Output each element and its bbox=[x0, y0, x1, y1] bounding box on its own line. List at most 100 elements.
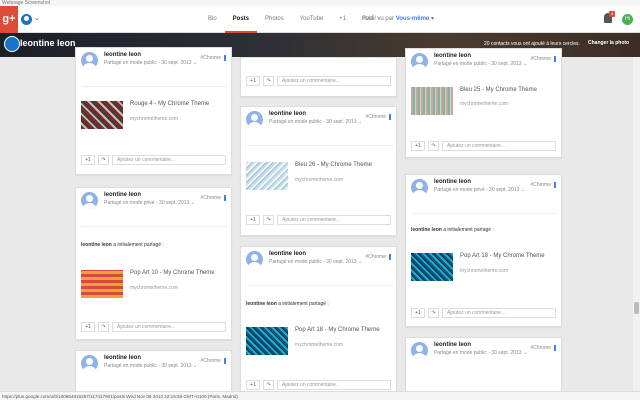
tab-posts[interactable]: Posts bbox=[224, 6, 258, 33]
link-title[interactable]: Bleu 26 - My Chrome Theme bbox=[295, 162, 372, 168]
post-date[interactable]: 30 sept. 2013 bbox=[491, 350, 521, 356]
author-avatar[interactable] bbox=[81, 192, 98, 209]
link-url[interactable]: mychrometheme.com bbox=[130, 116, 178, 122]
link-thumbnail[interactable] bbox=[81, 101, 123, 129]
page-scrollbar[interactable] bbox=[633, 57, 640, 391]
share-icon[interactable]: ↷ bbox=[428, 308, 439, 318]
plus-one-button[interactable]: +1 bbox=[411, 141, 425, 151]
author-name[interactable]: leontine leon bbox=[434, 53, 471, 59]
author-name[interactable]: leontine leon bbox=[434, 179, 471, 185]
link-thumbnail[interactable] bbox=[246, 162, 288, 190]
link-title[interactable]: Pop Art 18 - My Chrome Theme bbox=[460, 253, 545, 259]
post-actions: +1 ↷ Ajoutez un commentaire... bbox=[246, 380, 391, 390]
hashtag-label[interactable]: #Chrome bbox=[365, 254, 391, 260]
reshare-author[interactable]: leontine leon bbox=[411, 227, 442, 233]
author-name[interactable]: leontine leon bbox=[434, 342, 471, 348]
hashtag-label[interactable]: #Chrome bbox=[530, 56, 556, 62]
author-avatar[interactable] bbox=[411, 342, 428, 359]
chevron-down-icon[interactable]: ⌄ bbox=[523, 350, 527, 356]
link-title[interactable]: Pop Art 18 - My Chrome Theme bbox=[295, 327, 380, 333]
link-url[interactable]: mychrometheme.com bbox=[295, 177, 343, 183]
link-url[interactable]: mychrometheme.com bbox=[460, 101, 508, 107]
link-title[interactable]: Rouge 4 - My Chrome Theme bbox=[130, 101, 209, 107]
chevron-down-icon[interactable]: ⌄ bbox=[358, 119, 362, 125]
hashtag-label[interactable]: #Chrome bbox=[200, 55, 226, 61]
google-plus-logo[interactable]: g+ bbox=[0, 6, 18, 33]
plus-one-button[interactable]: +1 bbox=[411, 308, 425, 318]
link-url[interactable]: mychrometheme.com bbox=[130, 285, 178, 291]
change-cover-photo-button[interactable]: Changer la photo bbox=[588, 40, 629, 46]
comment-input[interactable]: Ajoutez un commentaire... bbox=[442, 308, 556, 318]
share-icon[interactable]: ↷ bbox=[98, 155, 109, 165]
tab-plus-one[interactable]: +1 bbox=[331, 6, 354, 33]
share-box-icon[interactable]: Hi bbox=[622, 14, 633, 25]
chevron-down-icon[interactable]: ⌄ bbox=[358, 259, 362, 265]
plus-one-button[interactable]: +1 bbox=[81, 155, 95, 165]
hashtag-label[interactable]: #Chrome bbox=[365, 114, 391, 120]
profile-avatar[interactable] bbox=[4, 36, 20, 52]
share-icon[interactable]: ↷ bbox=[98, 322, 109, 332]
share-icon[interactable]: ↷ bbox=[263, 215, 274, 225]
author-name[interactable]: leontine leon bbox=[104, 192, 141, 198]
link-thumbnail[interactable] bbox=[411, 87, 453, 115]
author-avatar[interactable] bbox=[411, 179, 428, 196]
comment-input[interactable]: Ajoutez un commentaire... bbox=[442, 141, 556, 151]
author-avatar[interactable] bbox=[81, 52, 98, 69]
comment-input[interactable]: Ajoutez un commentaire... bbox=[277, 215, 391, 225]
link-thumbnail[interactable] bbox=[411, 253, 453, 281]
plus-one-button[interactable]: +1 bbox=[246, 215, 260, 225]
author-name[interactable]: leontine leon bbox=[104, 52, 141, 58]
chevron-down-icon[interactable]: ▾ bbox=[431, 16, 434, 22]
post-date[interactable]: 30 sept. 2013 bbox=[161, 363, 191, 369]
link-title[interactable]: Bleu 25 - My Chrome Theme bbox=[460, 87, 537, 93]
hashtag-label[interactable]: #Chrome bbox=[200, 358, 226, 364]
post-date[interactable]: 30 sept. 2013 bbox=[489, 187, 519, 193]
comment-input[interactable]: Ajoutez un commentaire... bbox=[112, 155, 226, 165]
share-icon[interactable]: ↷ bbox=[263, 380, 274, 390]
comment-input[interactable]: Ajoutez un commentaire... bbox=[277, 76, 391, 86]
chevron-down-icon[interactable]: ⌄ bbox=[34, 14, 40, 22]
link-thumbnail[interactable] bbox=[81, 270, 123, 298]
author-name[interactable]: leontine leon bbox=[269, 251, 306, 257]
link-title[interactable]: Pop Art 10 - My Chrome Theme bbox=[130, 270, 215, 276]
comment-input[interactable]: Ajoutez un commentaire... bbox=[277, 380, 391, 390]
tab-photos[interactable]: Photos bbox=[257, 6, 292, 33]
link-url[interactable]: mychrometheme.com bbox=[295, 342, 343, 348]
post-date[interactable]: 30 sept. 2013 bbox=[161, 60, 191, 66]
comment-input[interactable]: Ajoutez un commentaire... bbox=[112, 322, 226, 332]
hashtag-label[interactable]: #Chrome bbox=[530, 182, 556, 188]
tab-bio[interactable]: Bio bbox=[200, 6, 225, 33]
chevron-down-icon[interactable]: ⌄ bbox=[523, 61, 527, 67]
post-date[interactable]: 30 sept. 2013 bbox=[326, 259, 356, 265]
post-date[interactable]: 30 sept. 2013 bbox=[491, 61, 521, 67]
plus-one-button[interactable]: +1 bbox=[246, 76, 260, 86]
hashtag-label[interactable]: #Chrome bbox=[200, 195, 226, 201]
account-avatar[interactable] bbox=[21, 14, 32, 25]
link-url[interactable]: mychrometheme.com bbox=[460, 268, 508, 274]
reshare-author[interactable]: leontine leon bbox=[246, 301, 277, 307]
author-avatar[interactable] bbox=[246, 111, 263, 128]
plus-one-button[interactable]: +1 bbox=[246, 380, 260, 390]
reshare-author[interactable]: leontine leon bbox=[81, 242, 112, 248]
author-name[interactable]: leontine leon bbox=[269, 111, 306, 117]
tab-youtube[interactable]: YouTube bbox=[292, 6, 332, 33]
author-avatar[interactable] bbox=[246, 251, 263, 268]
post-date[interactable]: 30 sept. 2013 bbox=[326, 119, 356, 125]
chevron-down-icon[interactable]: ⌄ bbox=[191, 200, 195, 206]
post-date[interactable]: 30 sept. 2013 bbox=[159, 200, 189, 206]
chevron-down-icon[interactable]: ⌄ bbox=[193, 363, 197, 369]
post-meta: Partagé en mode privé - 30 sept. 2013 ⌄ bbox=[434, 187, 525, 193]
link-thumbnail[interactable] bbox=[246, 327, 288, 355]
share-icon[interactable]: ↷ bbox=[428, 141, 439, 151]
share-icon[interactable]: ↷ bbox=[263, 76, 274, 86]
author-avatar[interactable] bbox=[81, 355, 98, 372]
hashtag-label[interactable]: #Chrome bbox=[530, 345, 556, 351]
author-name[interactable]: leontine leon bbox=[104, 355, 141, 361]
scrollbar-thumb[interactable] bbox=[634, 302, 639, 314]
chevron-down-icon[interactable]: ⌄ bbox=[521, 187, 525, 193]
plus-one-button[interactable]: +1 bbox=[81, 322, 95, 332]
author-avatar[interactable] bbox=[411, 53, 428, 70]
profile-view-selector[interactable]: Vous-même bbox=[396, 16, 430, 22]
profile-name[interactable]: leontine leon bbox=[20, 38, 76, 48]
chevron-down-icon[interactable]: ⌄ bbox=[193, 60, 197, 66]
